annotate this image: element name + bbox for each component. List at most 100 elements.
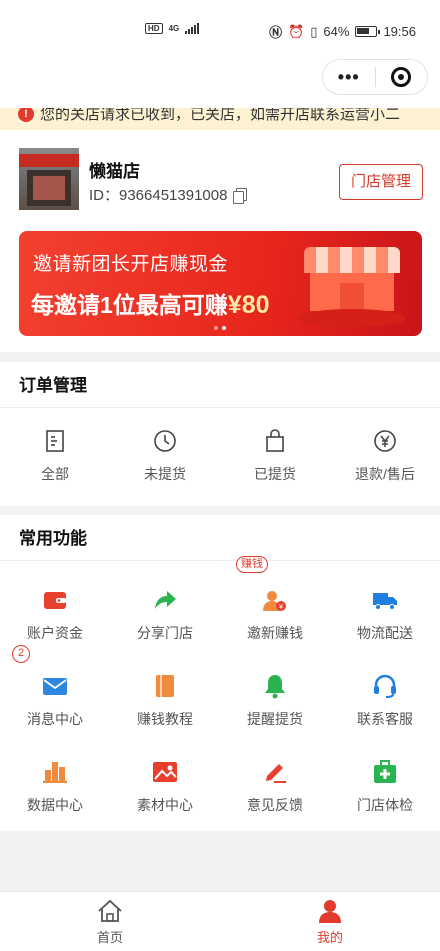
invite-banner[interactable]: 邀请新团长开店赚现金 每邀请1位最高可赚¥80 — [19, 231, 422, 336]
edit-pen-icon — [266, 764, 286, 783]
order-item-label: 已提货 — [254, 466, 296, 482]
banner-headline: 邀请新团长开店赚现金 — [33, 254, 229, 275]
nfc-icon: Ⓝ — [269, 25, 283, 40]
bar-chart-icon — [43, 762, 67, 783]
user-profile-icon — [319, 900, 341, 923]
share-store-button[interactable]: 分享门店 — [110, 565, 220, 651]
order-item-label: 退款/售后 — [355, 466, 415, 482]
function-label: 赚钱教程 — [137, 711, 193, 727]
invite-earn-button[interactable]: ¥ 赚钱 邀新赚钱 — [220, 556, 330, 651]
clock-time: 19:56 — [383, 24, 416, 39]
envelope-icon — [43, 678, 67, 695]
store-photo — [19, 148, 79, 210]
wallet-icon — [44, 592, 66, 609]
store-id: ID：9366451391008 — [89, 184, 248, 205]
vibrate-icon: ▯ — [310, 23, 318, 39]
pagination-dot-active — [222, 326, 226, 330]
order-management-section: 订单管理 全部 未提货 已提货 退款/售后 — [0, 362, 440, 506]
status-right: Ⓝ ⏰ ▯ 64% 19:56 — [269, 22, 416, 41]
banner-amount: ¥80 — [227, 291, 270, 319]
signal-icon — [185, 22, 200, 34]
common-functions-section: 常用功能 账户资金 分享门店 ¥ 赚钱 邀新赚钱 物流配送 2 消息中心 赚钱教… — [0, 515, 440, 831]
order-all-button[interactable]: 全部 — [0, 408, 110, 505]
section-title: 常用功能 — [0, 515, 440, 561]
book-icon — [156, 675, 174, 697]
copy-icon[interactable] — [233, 187, 248, 204]
store-id-text: ID：9366451391008 — [89, 187, 228, 204]
shop-awning — [304, 247, 400, 273]
store-manage-button[interactable]: 门店管理 — [339, 164, 423, 200]
order-picked-button[interactable]: 已提货 — [220, 408, 330, 505]
notice-text: 您的关店请求已收到，已关店，如需开店联系运营小二 — [40, 108, 401, 123]
clock-icon — [154, 430, 176, 452]
account-funds-button[interactable]: 账户资金 — [0, 565, 110, 651]
section-title: 订单管理 — [0, 362, 440, 408]
image-icon — [153, 762, 177, 782]
store-door-graphic — [27, 170, 71, 206]
store-card: 懒猫店 ID：9366451391008 门店管理 邀请新团长开店赚现金 每邀请… — [0, 130, 440, 352]
order-shortcuts: 全部 未提货 已提货 退款/售后 — [0, 408, 440, 505]
material-center-button[interactable]: 素材中心 — [110, 737, 220, 823]
message-count-badge: 2 — [12, 645, 30, 663]
banner-pagination — [214, 326, 226, 330]
tab-label: 我的 — [316, 930, 343, 945]
data-center-button[interactable]: 数据中心 — [0, 737, 110, 823]
miniprogram-capsule: ••• — [322, 59, 428, 95]
earning-tutorial-button[interactable]: 赚钱教程 — [110, 651, 220, 737]
tab-home[interactable]: 首页 — [0, 892, 220, 951]
pagination-dot — [214, 326, 218, 330]
bottom-tab-bar: 首页 我的 — [0, 891, 440, 951]
shop-body — [310, 273, 394, 311]
warning-icon: ! — [18, 108, 34, 122]
share-arrow-icon — [155, 591, 176, 609]
pickup-reminder-button[interactable]: 提醒提货 — [220, 651, 330, 737]
function-grid: 账户资金 分享门店 ¥ 赚钱 邀新赚钱 物流配送 2 消息中心 赚钱教程 提醒提… — [0, 556, 440, 823]
network-indicators: HD 4G — [145, 22, 200, 34]
battery-icon — [355, 26, 381, 37]
headset-icon — [374, 674, 396, 698]
order-item-label: 未提货 — [144, 466, 186, 482]
close-miniprogram-button[interactable] — [375, 67, 427, 87]
tab-label: 首页 — [96, 930, 123, 945]
function-label: 账户资金 — [27, 625, 83, 641]
feedback-button[interactable]: 意见反馈 — [220, 737, 330, 823]
customer-service-button[interactable]: 联系客服 — [330, 651, 440, 737]
more-menu-button[interactable]: ••• — [323, 67, 375, 88]
shopping-bag-icon — [266, 429, 284, 452]
alarm-icon: ⏰ — [288, 23, 305, 39]
hd-indicator: HD — [145, 22, 163, 34]
banner-subline: 每邀请1位最高可赚¥80 — [31, 286, 270, 320]
medical-kit-icon — [374, 760, 396, 783]
status-bar: HD 4G Ⓝ ⏰ ▯ 64% 19:56 — [0, 0, 440, 62]
document-list-icon — [46, 430, 64, 452]
order-unpicked-button[interactable]: 未提货 — [110, 408, 220, 505]
store-sign-graphic — [19, 154, 79, 167]
truck-icon — [373, 593, 397, 610]
function-label: 邀新赚钱 — [247, 625, 303, 641]
logistics-button[interactable]: 物流配送 — [330, 565, 440, 651]
function-label: 素材中心 — [137, 797, 193, 813]
banner-subline-prefix: 每邀请1位最高可赚 — [31, 292, 228, 318]
function-label: 物流配送 — [357, 625, 413, 641]
function-label: 门店体检 — [357, 797, 413, 813]
function-label: 消息中心 — [27, 711, 83, 727]
function-label: 意见反馈 — [247, 797, 303, 813]
function-label: 分享门店 — [137, 625, 193, 641]
function-label: 数据中心 — [27, 797, 83, 813]
order-item-label: 全部 — [41, 466, 69, 482]
bell-icon — [265, 675, 285, 699]
store-checkup-button[interactable]: 门店体检 — [330, 737, 440, 823]
invite-money-icon: ¥ — [263, 591, 286, 611]
function-label: 联系客服 — [357, 711, 413, 727]
svg-text:¥: ¥ — [279, 603, 284, 611]
order-refund-button[interactable]: 退款/售后 — [330, 408, 440, 505]
notice-bar[interactable]: ! 您的关店请求已收到，已关店，如需开店联系运营小二 — [0, 108, 440, 130]
shop-illustration — [298, 247, 406, 327]
store-name: 懒猫店 — [89, 162, 140, 181]
tab-mine[interactable]: 我的 — [220, 892, 440, 951]
battery-percent: 64% — [323, 24, 350, 39]
message-center-button[interactable]: 2 消息中心 — [0, 645, 110, 737]
home-icon — [98, 899, 122, 922]
shop-base — [298, 309, 406, 327]
yen-circle-icon — [374, 430, 396, 452]
